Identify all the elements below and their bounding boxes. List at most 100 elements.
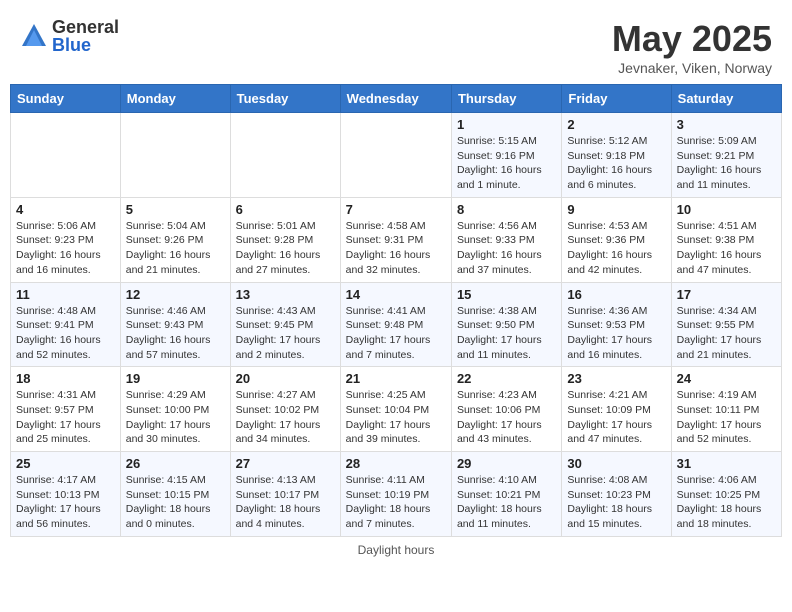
day-number: 30	[567, 456, 665, 471]
day-number: 23	[567, 371, 665, 386]
day-info: Sunrise: 4:31 AM Sunset: 9:57 PM Dayligh…	[16, 388, 115, 447]
day-of-week-header: Sunday	[11, 85, 121, 113]
day-info: Sunrise: 4:53 AM Sunset: 9:36 PM Dayligh…	[567, 219, 665, 278]
day-number: 13	[236, 287, 335, 302]
calendar-cell: 22 Sunrise: 4:23 AM Sunset: 10:06 PM Dayl…	[451, 367, 561, 452]
calendar-cell: 23 Sunrise: 4:21 AM Sunset: 10:09 PM Dayl…	[562, 367, 671, 452]
calendar-header-row: SundayMondayTuesdayWednesdayThursdayFrid…	[11, 85, 782, 113]
day-info: Sunrise: 4:23 AM Sunset: 10:06 PM Daylig…	[457, 388, 556, 447]
day-number: 16	[567, 287, 665, 302]
calendar-cell	[340, 113, 451, 198]
day-info: Sunrise: 4:58 AM Sunset: 9:31 PM Dayligh…	[346, 219, 446, 278]
day-info: Sunrise: 5:15 AM Sunset: 9:16 PM Dayligh…	[457, 134, 556, 193]
day-number: 10	[677, 202, 776, 217]
calendar-cell: 14 Sunrise: 4:41 AM Sunset: 9:48 PM Dayli…	[340, 282, 451, 367]
day-of-week-header: Monday	[120, 85, 230, 113]
day-number: 31	[677, 456, 776, 471]
day-info: Sunrise: 4:10 AM Sunset: 10:21 PM Daylig…	[457, 473, 556, 532]
day-info: Sunrise: 4:06 AM Sunset: 10:25 PM Daylig…	[677, 473, 776, 532]
day-info: Sunrise: 4:27 AM Sunset: 10:02 PM Daylig…	[236, 388, 335, 447]
calendar-cell: 28 Sunrise: 4:11 AM Sunset: 10:19 PM Dayl…	[340, 452, 451, 537]
day-number: 27	[236, 456, 335, 471]
day-info: Sunrise: 4:56 AM Sunset: 9:33 PM Dayligh…	[457, 219, 556, 278]
day-info: Sunrise: 5:01 AM Sunset: 9:28 PM Dayligh…	[236, 219, 335, 278]
calendar-cell: 19 Sunrise: 4:29 AM Sunset: 10:00 PM Dayl…	[120, 367, 230, 452]
day-info: Sunrise: 5:12 AM Sunset: 9:18 PM Dayligh…	[567, 134, 665, 193]
calendar-cell: 21 Sunrise: 4:25 AM Sunset: 10:04 PM Dayl…	[340, 367, 451, 452]
calendar-cell: 4 Sunrise: 5:06 AM Sunset: 9:23 PM Daylig…	[11, 197, 121, 282]
day-number: 12	[126, 287, 225, 302]
day-info: Sunrise: 5:06 AM Sunset: 9:23 PM Dayligh…	[16, 219, 115, 278]
calendar-cell: 30 Sunrise: 4:08 AM Sunset: 10:23 PM Dayl…	[562, 452, 671, 537]
logo-text: General Blue	[52, 18, 119, 54]
calendar-cell: 27 Sunrise: 4:13 AM Sunset: 10:17 PM Dayl…	[230, 452, 340, 537]
day-of-week-header: Friday	[562, 85, 671, 113]
day-of-week-header: Saturday	[671, 85, 781, 113]
calendar-week-row: 25 Sunrise: 4:17 AM Sunset: 10:13 PM Dayl…	[11, 452, 782, 537]
day-number: 25	[16, 456, 115, 471]
calendar-cell	[11, 113, 121, 198]
day-number: 15	[457, 287, 556, 302]
calendar-cell: 6 Sunrise: 5:01 AM Sunset: 9:28 PM Daylig…	[230, 197, 340, 282]
day-number: 19	[126, 371, 225, 386]
day-info: Sunrise: 4:25 AM Sunset: 10:04 PM Daylig…	[346, 388, 446, 447]
day-info: Sunrise: 4:13 AM Sunset: 10:17 PM Daylig…	[236, 473, 335, 532]
calendar-cell: 5 Sunrise: 5:04 AM Sunset: 9:26 PM Daylig…	[120, 197, 230, 282]
day-info: Sunrise: 4:08 AM Sunset: 10:23 PM Daylig…	[567, 473, 665, 532]
day-info: Sunrise: 4:38 AM Sunset: 9:50 PM Dayligh…	[457, 304, 556, 363]
calendar-cell: 20 Sunrise: 4:27 AM Sunset: 10:02 PM Dayl…	[230, 367, 340, 452]
day-number: 26	[126, 456, 225, 471]
day-info: Sunrise: 4:21 AM Sunset: 10:09 PM Daylig…	[567, 388, 665, 447]
page-header: General Blue May 2025 Jevnaker, Viken, N…	[10, 10, 782, 80]
day-info: Sunrise: 4:11 AM Sunset: 10:19 PM Daylig…	[346, 473, 446, 532]
calendar-cell: 12 Sunrise: 4:46 AM Sunset: 9:43 PM Dayli…	[120, 282, 230, 367]
calendar-cell: 29 Sunrise: 4:10 AM Sunset: 10:21 PM Dayl…	[451, 452, 561, 537]
calendar-cell: 7 Sunrise: 4:58 AM Sunset: 9:31 PM Daylig…	[340, 197, 451, 282]
day-number: 18	[16, 371, 115, 386]
calendar-cell: 11Sunrise: 4:48 AM Sunset: 9:41 PM Dayli…	[11, 282, 121, 367]
day-info: Sunrise: 4:15 AM Sunset: 10:15 PM Daylig…	[126, 473, 225, 532]
calendar-cell: 24Sunrise: 4:19 AM Sunset: 10:11 PM Dayl…	[671, 367, 781, 452]
day-number: 24	[677, 371, 776, 386]
day-info: Sunrise: 4:46 AM Sunset: 9:43 PM Dayligh…	[126, 304, 225, 363]
day-number: 9	[567, 202, 665, 217]
calendar-week-row: 1 Sunrise: 5:15 AM Sunset: 9:16 PM Daylig…	[11, 113, 782, 198]
calendar-cell: 17Sunrise: 4:34 AM Sunset: 9:55 PM Dayli…	[671, 282, 781, 367]
day-number: 2	[567, 117, 665, 132]
calendar-cell: 9 Sunrise: 4:53 AM Sunset: 9:36 PM Daylig…	[562, 197, 671, 282]
day-info: Sunrise: 4:41 AM Sunset: 9:48 PM Dayligh…	[346, 304, 446, 363]
location: Jevnaker, Viken, Norway	[612, 60, 772, 76]
calendar-cell	[120, 113, 230, 198]
day-of-week-header: Tuesday	[230, 85, 340, 113]
day-number: 14	[346, 287, 446, 302]
day-number: 1	[457, 117, 556, 132]
day-number: 21	[346, 371, 446, 386]
calendar-cell: 15 Sunrise: 4:38 AM Sunset: 9:50 PM Dayli…	[451, 282, 561, 367]
logo-icon	[20, 22, 48, 50]
day-number: 3	[677, 117, 776, 132]
day-number: 5	[126, 202, 225, 217]
calendar-cell: 25 Sunrise: 4:17 AM Sunset: 10:13 PM Dayl…	[11, 452, 121, 537]
calendar-week-row: 11Sunrise: 4:48 AM Sunset: 9:41 PM Dayli…	[11, 282, 782, 367]
calendar-cell: 10 Sunrise: 4:51 AM Sunset: 9:38 PM Dayli…	[671, 197, 781, 282]
day-info: Sunrise: 4:51 AM Sunset: 9:38 PM Dayligh…	[677, 219, 776, 278]
day-info: Sunrise: 4:17 AM Sunset: 10:13 PM Daylig…	[16, 473, 115, 532]
day-number: 4	[16, 202, 115, 217]
day-number: 29	[457, 456, 556, 471]
day-info: Sunrise: 4:29 AM Sunset: 10:00 PM Daylig…	[126, 388, 225, 447]
calendar-week-row: 18 Sunrise: 4:31 AM Sunset: 9:57 PM Dayli…	[11, 367, 782, 452]
day-number: 28	[346, 456, 446, 471]
day-number: 20	[236, 371, 335, 386]
day-info: Sunrise: 4:43 AM Sunset: 9:45 PM Dayligh…	[236, 304, 335, 363]
day-number: 7	[346, 202, 446, 217]
day-number: 6	[236, 202, 335, 217]
day-info: Sunrise: 5:09 AM Sunset: 9:21 PM Dayligh…	[677, 134, 776, 193]
day-number: 22	[457, 371, 556, 386]
calendar-cell: 1 Sunrise: 5:15 AM Sunset: 9:16 PM Daylig…	[451, 113, 561, 198]
day-info: Sunrise: 5:04 AM Sunset: 9:26 PM Dayligh…	[126, 219, 225, 278]
calendar-cell: 13 Sunrise: 4:43 AM Sunset: 9:45 PM Dayli…	[230, 282, 340, 367]
footer-note: Daylight hours	[10, 543, 782, 557]
calendar-cell: 16 Sunrise: 4:36 AM Sunset: 9:53 PM Dayli…	[562, 282, 671, 367]
day-info: Sunrise: 4:36 AM Sunset: 9:53 PM Dayligh…	[567, 304, 665, 363]
calendar-table: SundayMondayTuesdayWednesdayThursdayFrid…	[10, 84, 782, 537]
